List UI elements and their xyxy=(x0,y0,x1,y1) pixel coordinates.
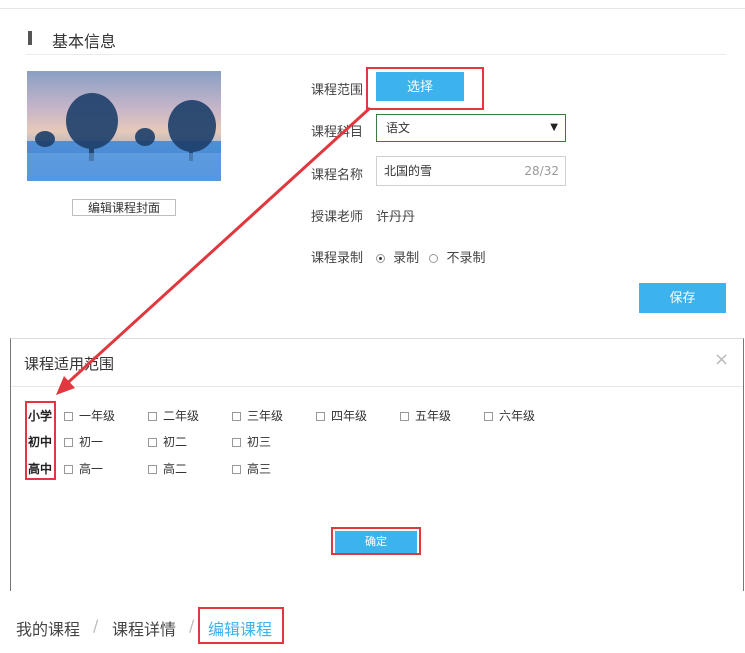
checkbox[interactable] xyxy=(484,412,493,421)
grade-label: 二年级 xyxy=(163,409,200,423)
grade-label: 五年级 xyxy=(415,409,452,423)
checkbox[interactable] xyxy=(232,465,241,474)
grade-option[interactable]: 二年级 xyxy=(148,407,199,424)
section-marker xyxy=(28,31,32,45)
record-on-label: 录制 xyxy=(393,251,420,266)
grade-label: 三年级 xyxy=(247,409,284,423)
record-options: 录制 不录制 xyxy=(376,247,485,266)
confirm-highlight-box xyxy=(331,527,421,555)
grade-label: 初一 xyxy=(79,435,104,449)
grade-option[interactable]: 高三 xyxy=(232,460,271,477)
checkbox[interactable] xyxy=(64,438,73,447)
grade-option[interactable]: 六年级 xyxy=(484,407,535,424)
close-icon[interactable]: × xyxy=(714,349,729,370)
grade-label: 六年级 xyxy=(499,409,536,423)
grade-label: 一年级 xyxy=(79,409,116,423)
breadcrumb-course-detail[interactable]: 课程详情 xyxy=(112,616,176,640)
breadcrumb-my-courses[interactable]: 我的课程 xyxy=(16,616,80,640)
grade-option[interactable]: 三年级 xyxy=(232,407,283,424)
checkbox[interactable] xyxy=(232,438,241,447)
grade-option[interactable]: 五年级 xyxy=(400,407,451,424)
grade-option[interactable]: 初二 xyxy=(148,433,187,450)
char-counter: 28/32 xyxy=(524,164,559,178)
subject-select[interactable]: 语文 ▼ xyxy=(376,114,566,142)
grade-label: 四年级 xyxy=(331,409,368,423)
course-cover-image xyxy=(27,71,221,181)
checkbox[interactable] xyxy=(148,438,157,447)
checkbox[interactable] xyxy=(64,465,73,474)
grade-label: 高三 xyxy=(247,462,272,476)
dialog-divider xyxy=(11,386,743,387)
grade-label: 高一 xyxy=(79,462,104,476)
record-off-label: 不录制 xyxy=(446,251,486,266)
dialog-title: 课程适用范围 xyxy=(24,355,115,373)
basic-info-panel: 基本信息 编辑课程封面 课程范围 选择 课程科目 语文 ▼ 课程名称 北国的雪 … xyxy=(0,0,745,330)
grade-option[interactable]: 高二 xyxy=(148,460,187,477)
grade-option[interactable]: 初三 xyxy=(232,433,271,450)
checkbox[interactable] xyxy=(232,412,241,421)
breadcrumb-highlight-box xyxy=(198,607,284,644)
checkbox[interactable] xyxy=(148,465,157,474)
record-on-radio[interactable] xyxy=(376,254,385,263)
checkbox[interactable] xyxy=(316,412,325,421)
checkbox[interactable] xyxy=(64,412,73,421)
select-highlight-box xyxy=(366,67,484,110)
grade-label: 初三 xyxy=(247,435,272,449)
checkbox[interactable] xyxy=(400,412,409,421)
teacher-label: 授课老师 xyxy=(311,210,364,225)
grade-option[interactable]: 初一 xyxy=(64,433,103,450)
checkbox[interactable] xyxy=(148,412,157,421)
section-divider xyxy=(26,54,726,55)
teacher-value: 许丹丹 xyxy=(376,210,416,225)
grade-label: 初二 xyxy=(163,435,188,449)
record-label: 课程录制 xyxy=(311,251,364,266)
breadcrumb-separator: / xyxy=(189,616,195,635)
chevron-down-icon: ▼ xyxy=(550,122,558,133)
grade-option[interactable]: 四年级 xyxy=(316,407,367,424)
course-scope-dialog: 课程适用范围 × 小学 初中 高中 一年级 二年级 三年级 四年级 五年级 六年… xyxy=(10,338,744,591)
top-divider xyxy=(0,8,745,9)
grade-option[interactable]: 高一 xyxy=(64,460,103,477)
grade-option[interactable]: 一年级 xyxy=(64,407,115,424)
subject-label: 课程科目 xyxy=(311,125,364,140)
edit-cover-button[interactable]: 编辑课程封面 xyxy=(72,199,176,216)
grade-label: 高二 xyxy=(163,462,188,476)
record-off-radio[interactable] xyxy=(429,254,439,263)
scope-label: 课程范围 xyxy=(311,83,364,98)
course-name-input[interactable]: 北国的雪 28/32 xyxy=(376,156,566,186)
breadcrumb: 我的课程 / 课程详情 / 编辑课程 xyxy=(0,596,745,653)
save-button[interactable]: 保存 xyxy=(639,283,726,313)
course-name-value: 北国的雪 xyxy=(384,164,433,178)
name-label: 课程名称 xyxy=(311,168,364,183)
section-title: 基本信息 xyxy=(52,32,117,51)
level-highlight-box xyxy=(25,401,56,480)
subject-value: 语文 xyxy=(386,121,411,135)
breadcrumb-separator: / xyxy=(93,616,99,635)
